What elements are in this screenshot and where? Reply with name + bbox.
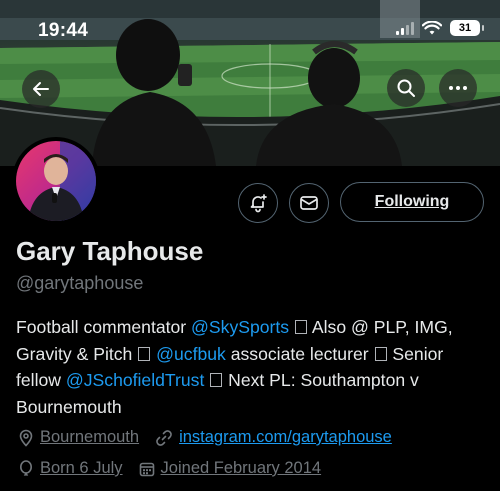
status-time: 19:44 xyxy=(38,20,89,41)
mention-link-ucfbuk[interactable]: @ucfbuk xyxy=(156,344,226,364)
balloon-icon xyxy=(20,459,32,476)
mention-link-skysports[interactable]: @SkySports xyxy=(191,317,289,337)
website-item[interactable]: instagram.com/garytaphouse xyxy=(155,428,392,447)
status-icons: 31 xyxy=(396,20,484,36)
arrow-left-icon xyxy=(33,82,49,96)
bio-text: Football commentator xyxy=(16,317,192,337)
profile-bio: Football commentator @SkySports Also @ P… xyxy=(16,314,486,420)
display-name: Gary Taphouse xyxy=(16,236,204,266)
unknown-glyph-icon xyxy=(138,346,151,361)
following-button[interactable]: Following xyxy=(340,182,484,222)
status-bar: 19:44 31 xyxy=(0,0,500,46)
location-item: Bournemouth xyxy=(18,428,139,447)
birthday-item: Born 6 July xyxy=(18,459,123,478)
location-text: Bournemouth xyxy=(40,428,140,446)
unknown-glyph-icon xyxy=(210,373,223,387)
link-icon xyxy=(156,429,172,446)
battery-indicator: 31 xyxy=(450,20,484,36)
signal-icon xyxy=(396,21,414,35)
user-handle: @garytaphouse xyxy=(16,273,144,293)
search-icon xyxy=(397,79,415,97)
avatar[interactable] xyxy=(12,137,100,225)
website-link[interactable]: instagram.com/garytaphouse xyxy=(179,428,392,447)
location-pin-icon xyxy=(19,429,33,447)
joined-item: Joined February 2014 xyxy=(139,459,322,478)
wifi-icon xyxy=(422,20,442,34)
more-button[interactable] xyxy=(439,69,477,107)
mention-link-jschofieldtrust[interactable]: @JSchofieldTrust xyxy=(66,370,204,390)
bio-text: associate lecturer xyxy=(225,343,374,364)
joined-text: Joined February 2014 xyxy=(160,459,322,477)
unknown-glyph-icon xyxy=(294,320,307,334)
message-button[interactable] xyxy=(289,183,329,223)
profile-meta-row: Bournemouth instagram.com/garytaphouse xyxy=(18,428,408,447)
back-button[interactable] xyxy=(22,70,60,108)
calendar-icon xyxy=(139,462,154,476)
bell-plus-icon xyxy=(250,194,267,213)
unknown-glyph-icon xyxy=(374,346,387,361)
birthday-text: Born 6 July xyxy=(40,459,123,477)
notifications-button[interactable] xyxy=(238,183,278,223)
search-button[interactable] xyxy=(387,69,425,107)
profile-meta-row: Born 6 July Joined February 2014 xyxy=(18,459,337,478)
avatar-image xyxy=(16,141,96,221)
more-icon xyxy=(449,86,467,90)
envelope-icon xyxy=(300,196,318,210)
